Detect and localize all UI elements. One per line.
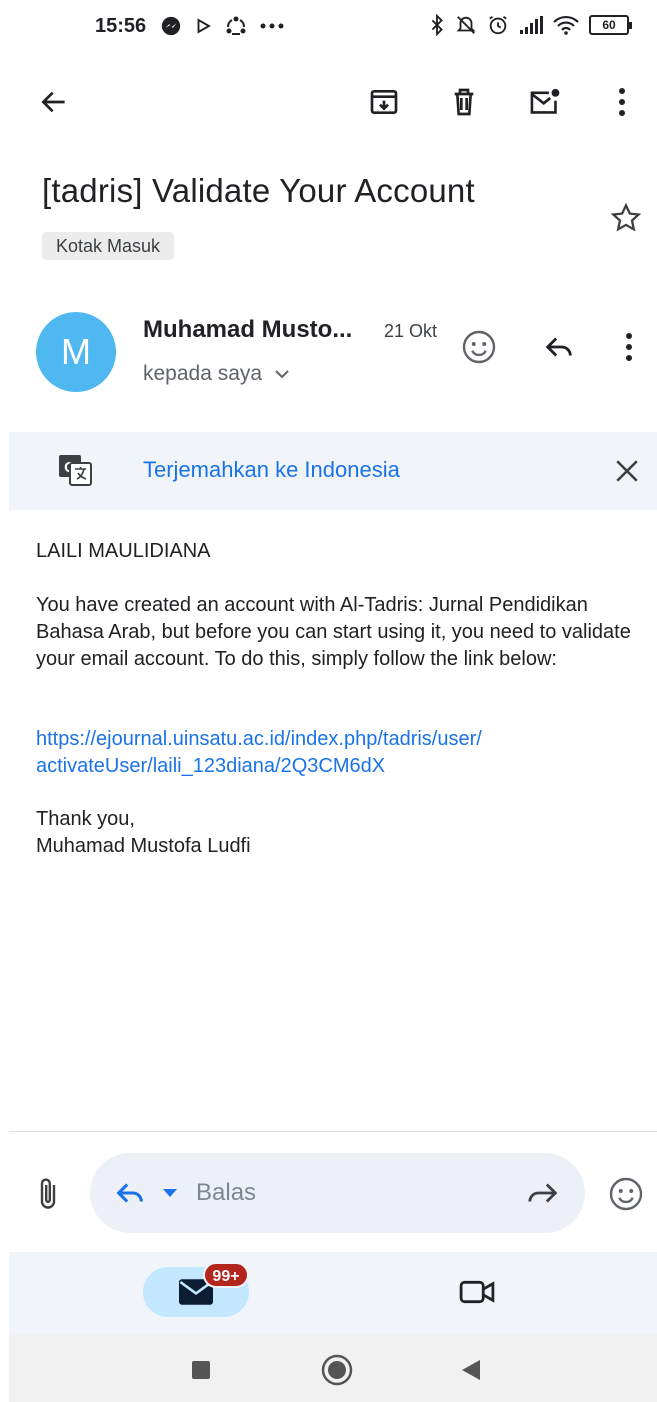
delete-button[interactable] [446,84,482,120]
mail-unread-icon [530,88,560,114]
sender-date: 21 Okt [384,321,438,341]
trash-icon [454,88,474,116]
star-icon [610,202,642,232]
archive-icon [370,90,398,114]
close-icon [616,460,638,482]
avatar[interactable]: M [36,312,116,392]
mark-unread-button[interactable] [527,84,563,120]
bluetooth-icon [431,14,443,36]
status-bar: 15:56 60 [0,0,657,56]
more-vert-icon [619,88,625,116]
nav-meet-tab[interactable] [457,1274,497,1310]
reply-mode-dropdown[interactable] [160,1183,180,1203]
react-emoji-button[interactable] [457,325,501,369]
email-greeting: LAILI MAULIDIANA [36,540,211,562]
attach-button[interactable] [28,1172,68,1216]
reply-icon [545,337,572,357]
paperclip-icon [40,1178,56,1209]
reply-input[interactable] [196,1177,496,1209]
recipient-details[interactable]: kepada saya [143,362,290,386]
archive-button[interactable] [366,84,402,120]
mute-icon [456,16,476,34]
forward-button[interactable] [526,1175,562,1211]
caret-down-icon [163,1189,177,1197]
bottom-nav: 99+ [9,1252,657,1334]
emoji-button[interactable] [604,1172,648,1216]
more-notifications-icon [260,23,284,29]
recipient-label: kepada saya [143,362,263,385]
more-vert-icon [626,333,632,361]
label-chip-inbox[interactable]: Kotak Masuk [42,232,175,260]
status-time: 15:56 [95,15,147,37]
forward-icon [528,1183,558,1203]
wifi-icon [553,15,579,35]
mail-badge: 99+ [203,1262,249,1288]
emoji-icon [462,330,496,364]
validation-link[interactable]: https://ejournal.uinsatu.ac.id/index.php… [36,726,636,780]
translate-bar: G Terjemahkan ke Indonesia [9,432,657,510]
sender-name[interactable]: Muhamad Musto... [143,316,352,344]
messenger-icon [161,16,181,36]
home-button[interactable] [319,1352,355,1388]
reply-button[interactable] [537,325,581,369]
email-signature: Muhamad Mustofa Ludfi [36,835,251,857]
toolbar [0,72,657,132]
system-back-button[interactable] [453,1352,489,1388]
email-signature-block: Thank you, Muhamad Mustofa Ludfi [36,806,636,860]
reply-box [90,1153,585,1233]
translate-link[interactable]: Terjemahkan ke Indonesia [143,457,400,483]
back-button[interactable] [36,84,72,120]
arrow-back-icon [41,91,65,113]
chevron-down-icon [275,370,289,379]
battery-icon: 60 [589,15,632,35]
star-button[interactable] [606,198,646,238]
sync-icon [226,16,246,35]
emoji-icon [609,1177,643,1211]
alarm-icon [489,15,507,35]
email-subject: [tadris] Validate Your Account [42,172,475,209]
more-options-button[interactable] [604,84,640,120]
play-icon [197,18,211,34]
validation-link-line1[interactable]: https://ejournal.uinsatu.ac.id/index.php… [36,726,636,753]
translate-icon: G [59,455,92,486]
system-nav-bar [9,1334,657,1402]
reply-mode-button[interactable] [112,1175,148,1211]
triangle-back-icon [462,1360,480,1380]
recents-button[interactable] [183,1352,219,1388]
translate-close-button[interactable] [609,453,645,489]
validation-link-line2[interactable]: activateUser/laili_123diana/2Q3CM6dX [36,753,636,780]
home-circle-icon [321,1354,353,1386]
signal-icon [520,16,543,34]
square-icon [192,1361,210,1379]
email-signoff: Thank you, [36,808,135,830]
divider [9,1131,657,1132]
email-paragraph: You have created an account with Al-Tadr… [36,594,631,670]
video-camera-icon [459,1280,495,1304]
reply-icon [116,1183,143,1203]
message-more-button[interactable] [607,325,651,369]
